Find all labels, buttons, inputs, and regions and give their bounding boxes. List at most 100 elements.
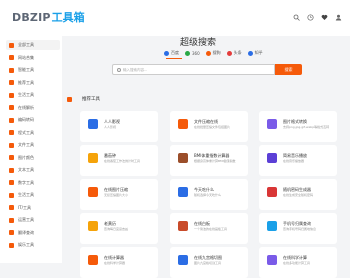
- category-icon: [9, 242, 14, 248]
- search-engine-tab[interactable]: 知乎: [247, 50, 263, 56]
- sidebar-item[interactable]: 全部工具: [6, 40, 60, 50]
- sidebar-item[interactable]: 数字工具: [9, 178, 59, 188]
- tool-description: 查询每日宜忌吉凶: [104, 227, 129, 231]
- category-icon: [9, 167, 14, 173]
- tool-card[interactable]: 文件压缩在线 在线批量压缩文件包括图片: [170, 111, 248, 142]
- sidebar-item[interactable]: 娱乐工具: [9, 240, 59, 250]
- tool-icon: [88, 187, 98, 197]
- category-icon: [9, 92, 14, 98]
- search-engine-tab[interactable]: 360: [185, 50, 200, 56]
- tool-card[interactable]: 图片格式转换 支持png,jpg,gif,webp等格式互转: [259, 111, 337, 142]
- tool-icon: [88, 255, 98, 265]
- sidebar-item-label: 程式工具: [18, 129, 34, 135]
- engine-label: 360: [192, 50, 200, 56]
- sidebar-item-label: 智能工具: [18, 67, 34, 72]
- tool-card[interactable]: 番茄钟 在线番茄工作法倒计时工具: [80, 145, 158, 176]
- search-icon: [117, 68, 121, 72]
- tool-description: 查询手机号码归属地信息: [283, 227, 317, 231]
- sidebar-item-label: 运营工具: [18, 217, 34, 222]
- tool-card[interactable]: 在线白板 一个简洁的在线画板工具: [170, 213, 248, 244]
- tool-card[interactable]: BMI体重指数计算器 根据身高体重计算BMI健康指数: [170, 145, 248, 176]
- sidebar-item[interactable]: 运营工具: [9, 215, 59, 225]
- recommend-icon: [67, 96, 72, 102]
- sidebar-item-label: IT/工具: [18, 204, 31, 210]
- category-icon: [9, 155, 14, 160]
- tool-icon: [88, 221, 98, 231]
- tool-icon: [178, 119, 188, 129]
- tool-card[interactable]: 今天吃什么 随机选择今天吃什么: [170, 179, 248, 210]
- sidebar-item[interactable]: 网站合集: [9, 53, 59, 63]
- tool-description: 在线多功能计算工具: [283, 261, 311, 265]
- sidebar-item[interactable]: 文件工具: [9, 140, 59, 150]
- tool-icon: [88, 153, 98, 163]
- sidebar-item-label: 翻译查询: [18, 229, 34, 235]
- tool-description: 一个简洁的在线画板工具: [194, 227, 228, 231]
- tool-icon: [267, 119, 277, 129]
- sidebar-item[interactable]: 程式工具: [9, 128, 59, 138]
- tool-icon: [178, 255, 188, 265]
- search-icon[interactable]: [293, 6, 300, 21]
- engine-icon: [185, 50, 190, 56]
- category-icon: [9, 105, 14, 110]
- sidebar-item[interactable]: 编码转码: [9, 115, 59, 125]
- tool-description: 在线生成安全随机密码: [283, 193, 314, 197]
- sidebar-item-label: 全部工具: [18, 42, 34, 47]
- category-icon: [9, 230, 14, 235]
- top-bar: DBZIP 工具箱: [0, 0, 350, 36]
- tool-description: 支持png,jpg,gif,webp等格式互转: [283, 125, 330, 129]
- tool-card[interactable]: 手机号归属查询 查询手机号码归属地信息: [259, 213, 337, 244]
- search-engine-tab[interactable]: 头条: [226, 50, 242, 56]
- tool-icon: [267, 255, 277, 265]
- sidebar-item[interactable]: IT/工具: [9, 203, 59, 213]
- tool-icon: [178, 187, 188, 197]
- tool-description: 人人影视: [104, 125, 117, 129]
- tool-card[interactable]: 随机密码生成器 在线生成安全随机密码: [259, 179, 337, 210]
- sidebar-item-label: 文件工具: [18, 142, 34, 147]
- sidebar-item-label: 图片颜色: [18, 154, 34, 160]
- search-title: 超级搜索: [180, 38, 217, 48]
- category-icon: [9, 67, 14, 73]
- sidebar-item[interactable]: 翻译查询: [9, 228, 59, 238]
- tool-description: 在线科学计算器: [104, 261, 126, 265]
- engine-label: 搜狗: [212, 50, 221, 55]
- sidebar-item[interactable]: 文本工具: [9, 165, 59, 175]
- sidebar-item[interactable]: 图片颜色: [9, 153, 59, 163]
- tool-card[interactable]: 人人影视 人人影视: [80, 111, 158, 142]
- tool-card[interactable]: 在线图片压缩 无损压缩图片大小: [80, 179, 158, 210]
- logo-text: DBZIP: [12, 10, 51, 24]
- sidebar-item-label: 编码转码: [18, 117, 34, 122]
- tool-description: 随机选择今天吃什么: [194, 193, 222, 197]
- sidebar-item-label: 生活工具: [18, 92, 34, 97]
- engine-icon: [205, 50, 211, 56]
- tool-description: 无损压缩图片大小: [104, 193, 129, 197]
- engine-label: 百度: [171, 50, 179, 55]
- category-icon: [9, 55, 14, 60]
- sidebar-item[interactable]: 生活工具: [9, 90, 59, 100]
- tool-card[interactable]: 老黄历 查询每日宜忌吉凶: [80, 213, 158, 244]
- category-icon: [9, 42, 14, 48]
- tool-icon: [267, 187, 277, 197]
- sidebar-item-label: 生活工具: [18, 192, 34, 197]
- sidebar-item-label: 推荐工具: [18, 79, 34, 85]
- sidebar-item[interactable]: 推荐工具: [9, 78, 59, 88]
- heart-icon[interactable]: [321, 6, 328, 20]
- search-engine-tab[interactable]: 百度: [164, 50, 179, 56]
- recommend-header: 推荐工具: [67, 96, 100, 102]
- logo-cn-text: 工具箱: [51, 11, 85, 24]
- sidebar-item-label: 娱乐工具: [18, 242, 34, 247]
- search-engine-tab[interactable]: 搜狗: [205, 50, 221, 56]
- tool-icon: [267, 153, 277, 163]
- search-button[interactable]: 搜索: [275, 64, 302, 75]
- site-logo[interactable]: DBZIP 工具箱: [12, 8, 85, 26]
- clock-icon[interactable]: [307, 6, 314, 21]
- tool-description: 在线音乐播放器: [283, 159, 305, 163]
- tool-card[interactable]: 简易音乐播放 在线音乐播放器: [259, 145, 337, 176]
- tool-description: 图片九宫格切割工具: [194, 261, 222, 265]
- sidebar-item[interactable]: 在线解析: [9, 103, 59, 113]
- engine-icon: [164, 50, 169, 56]
- category-icon: [9, 192, 14, 198]
- sidebar-item[interactable]: 智能工具: [9, 65, 59, 75]
- user-icon[interactable]: [335, 6, 342, 21]
- sidebar-item[interactable]: 生活工具: [9, 190, 59, 200]
- search-input[interactable]: 输入搜索内容...: [112, 64, 275, 75]
